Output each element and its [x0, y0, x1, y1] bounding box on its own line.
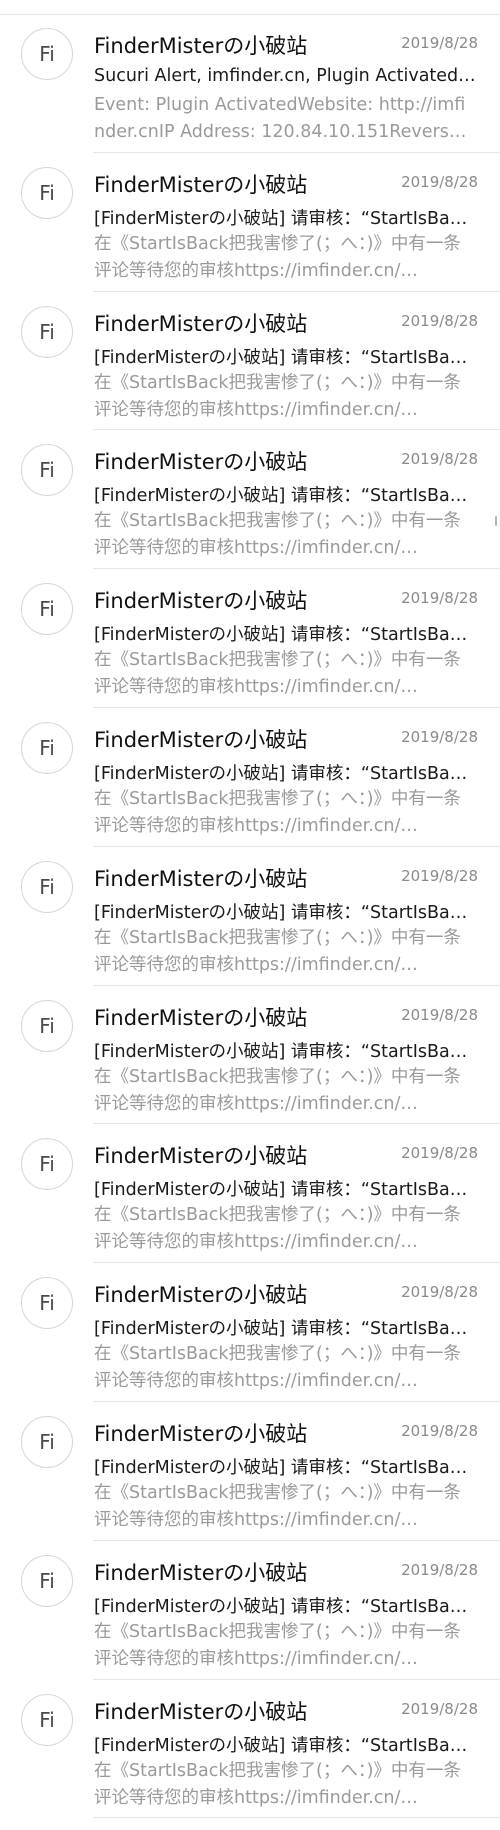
- email-subject: [FinderMisterの小破站] 请审核：“StartIsBa…: [94, 208, 468, 229]
- sender-name: FinderMisterの小破站: [94, 1283, 308, 1308]
- email-row[interactable]: Fi FinderMisterの小破站 2019/8/28 [FinderMis…: [0, 1263, 500, 1402]
- email-preview: 在《StartIsBack把我害惨了(；へ：)》中有一条评论等待您的审核http…: [94, 1482, 461, 1530]
- email-preview: 在《StartIsBack把我害惨了(；へ：)》中有一条评论等待您的审核http…: [94, 1760, 461, 1808]
- sender-name: FinderMisterの小破站: [94, 450, 308, 475]
- sender-avatar: Fi: [21, 583, 73, 636]
- sender-name: FinderMisterの小破站: [94, 34, 308, 58]
- email-date: 2019/8/28: [401, 1144, 478, 1163]
- email-preview: 在《StartIsBack把我害惨了(；へ：)》中有一条评论等待您的审核http…: [94, 233, 461, 281]
- email-preview: 在《StartIsBack把我害惨了(；へ：)》中有一条评论等待您的审核http…: [94, 1344, 461, 1392]
- email-row[interactable]: Fi FinderMisterの小破站 2019/8/28 [FinderMis…: [0, 292, 500, 431]
- sender-name: FinderMisterの小破站: [94, 866, 308, 891]
- sender-avatar: Fi: [21, 1415, 73, 1468]
- email-preview: 在《StartIsBack把我害惨了(；へ：)》中有一条评论等待您的审核http…: [94, 1066, 461, 1114]
- sender-name: FinderMisterの小破站: [94, 1421, 308, 1446]
- email-row[interactable]: Fi FinderMisterの小破站 2019/8/28 [FinderMis…: [0, 986, 500, 1125]
- scrollbar-thumb[interactable]: [495, 516, 497, 526]
- email-subject: [FinderMisterの小破站] 请审核：“StartIsBa…: [94, 1180, 468, 1201]
- email-preview: 在《StartIsBack把我害惨了(；へ：)》中有一条评论等待您的审核http…: [94, 1621, 461, 1669]
- email-date: 2019/8/28: [401, 727, 478, 746]
- sender-avatar: Fi: [21, 999, 73, 1052]
- email-row[interactable]: Fi FinderMisterの小破站 2019/8/28 [FinderMis…: [0, 1541, 500, 1680]
- email-date: 2019/8/28: [401, 311, 478, 330]
- sender-name: FinderMisterの小破站: [94, 1699, 308, 1724]
- email-date: 2019/8/28: [401, 1699, 478, 1718]
- email-list: Fi FinderMisterの小破站 2019/8/28 Sucuri Ale…: [0, 14, 500, 1819]
- list-top-divider: [0, 0, 500, 15]
- sender-avatar: Fi: [21, 1693, 73, 1746]
- email-row[interactable]: Fi FinderMisterの小破站 2019/8/28 [FinderMis…: [0, 153, 500, 292]
- email-subject: [FinderMisterの小破站] 请审核：“StartIsBa…: [94, 1457, 468, 1478]
- sender-name: FinderMisterの小破站: [94, 589, 308, 614]
- email-subject: [FinderMisterの小破站] 请审核：“StartIsBa…: [94, 1596, 468, 1617]
- email-row[interactable]: Fi FinderMisterの小破站 2019/8/28 [FinderMis…: [0, 708, 500, 847]
- email-date: 2019/8/28: [401, 1005, 478, 1024]
- email-subject: [FinderMisterの小破站] 请审核：“StartIsBa…: [94, 1319, 468, 1340]
- email-date: 2019/8/28: [401, 34, 478, 52]
- email-date: 2019/8/28: [401, 589, 478, 608]
- email-date: 2019/8/28: [401, 450, 478, 469]
- email-preview: 在《StartIsBack把我害惨了(；へ：)》中有一条评论等待您的审核http…: [94, 650, 461, 698]
- email-subject: [FinderMisterの小破站] 请审核：“StartIsBa…: [94, 347, 468, 368]
- sender-avatar: Fi: [21, 721, 73, 774]
- email-subject: [FinderMisterの小破站] 请审核：“StartIsBa…: [94, 486, 468, 507]
- sender-avatar: Fi: [21, 860, 73, 913]
- sender-name: FinderMisterの小破站: [94, 172, 308, 197]
- sender-avatar: Fi: [21, 1277, 73, 1330]
- email-subject: [FinderMisterの小破站] 请审核：“StartIsBa…: [94, 763, 468, 784]
- email-row[interactable]: Fi FinderMisterの小破站 2019/8/28 [FinderMis…: [0, 569, 500, 708]
- email-preview: 在《StartIsBack把我害惨了(；へ：)》中有一条评论等待您的审核http…: [94, 511, 461, 559]
- sender-avatar: Fi: [21, 1138, 73, 1191]
- sender-avatar: Fi: [21, 444, 73, 497]
- email-preview: 在《StartIsBack把我害惨了(；へ：)》中有一条评论等待您的审核http…: [94, 1205, 461, 1253]
- email-row[interactable]: Fi FinderMisterの小破站 2019/8/28 [FinderMis…: [0, 1124, 500, 1263]
- sender-avatar: Fi: [21, 1554, 73, 1607]
- email-row[interactable]: Fi FinderMisterの小破站 2019/8/28 [FinderMis…: [0, 1402, 500, 1541]
- email-preview: 在《StartIsBack把我害惨了(；へ：)》中有一条评论等待您的审核http…: [94, 927, 461, 975]
- email-date: 2019/8/28: [401, 172, 478, 191]
- email-date: 2019/8/28: [401, 1421, 478, 1440]
- sender-name: FinderMisterの小破站: [94, 311, 308, 336]
- email-subject: [FinderMisterの小破站] 请审核：“StartIsBa…: [94, 625, 468, 646]
- email-row[interactable]: Fi FinderMisterの小破站 2019/8/28 [FinderMis…: [0, 430, 500, 569]
- email-subject: [FinderMisterの小破站] 请审核：“StartIsBa…: [94, 902, 468, 923]
- email-row[interactable]: Fi FinderMisterの小破站 2019/8/28 [FinderMis…: [0, 847, 500, 986]
- email-date: 2019/8/28: [401, 1560, 478, 1579]
- email-preview: 在《StartIsBack把我害惨了(；へ：)》中有一条评论等待您的审核http…: [94, 788, 461, 836]
- sender-name: FinderMisterの小破站: [94, 1005, 308, 1030]
- email-preview: 在《StartIsBack把我害惨了(；へ：)》中有一条评论等待您的审核http…: [94, 372, 461, 420]
- email-subject: Sucuri Alert, imfinder.cn, Plugin Activa…: [94, 66, 476, 86]
- email-subject: [FinderMisterの小破站] 请审核：“StartIsBa…: [94, 1041, 468, 1062]
- sender-avatar: Fi: [21, 305, 73, 358]
- sender-name: FinderMisterの小破站: [94, 1560, 308, 1585]
- sender-avatar: Fi: [21, 28, 73, 80]
- email-row[interactable]: Fi FinderMisterの小破站 2019/8/28 Sucuri Ale…: [0, 14, 500, 153]
- email-date: 2019/8/28: [401, 866, 478, 885]
- email-row[interactable]: Fi FinderMisterの小破站 2019/8/28 [FinderMis…: [0, 1680, 500, 1819]
- sender-avatar: Fi: [21, 166, 73, 219]
- sender-name: FinderMisterの小破站: [94, 727, 308, 752]
- email-subject: [FinderMisterの小破站] 请审核：“StartIsBa…: [94, 1735, 468, 1756]
- email-date: 2019/8/28: [401, 1283, 478, 1302]
- sender-name: FinderMisterの小破站: [94, 1144, 308, 1169]
- email-preview: Event: Plugin ActivatedWebsite: http://i…: [94, 95, 466, 142]
